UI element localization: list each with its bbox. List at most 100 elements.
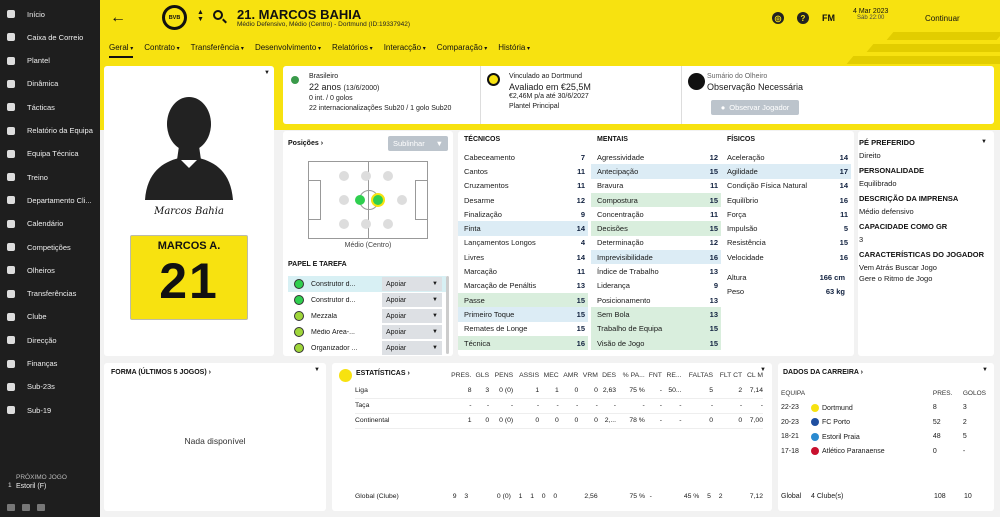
attribute-row[interactable]: Trabalho de Equipa 15 — [591, 321, 721, 336]
sidebar-item[interactable]: Clube — [0, 306, 100, 328]
attribute-row[interactable]: Antecipação 15 — [591, 164, 721, 179]
sidebar-item[interactable]: Transferências — [0, 283, 100, 305]
stats-column-header[interactable]: AMR — [559, 368, 578, 383]
attribute-row[interactable]: Remates de Longe 15 — [458, 322, 588, 336]
role-scrollbar[interactable] — [446, 276, 449, 354]
attribute-row[interactable]: Bravura 11 — [591, 179, 721, 193]
bell-icon[interactable] — [7, 504, 15, 511]
attribute-row[interactable]: Cabeceamento 7 — [458, 150, 588, 164]
tab-item[interactable]: Interacção ▾ — [384, 43, 426, 58]
club-badge-icon[interactable]: BVB — [162, 5, 187, 30]
sidebar-item[interactable]: Dinâmica — [0, 73, 100, 95]
career-row[interactable]: 20-23 FC Porto 52 2 — [781, 415, 986, 430]
continue-button[interactable]: Continuar — [925, 14, 960, 23]
attribute-row[interactable]: Condição Física Natural 14 — [721, 179, 851, 193]
sidebar-item[interactable]: Plantel — [0, 50, 100, 72]
highlight-dropdown[interactable]: Sublinhar ▼ — [388, 136, 448, 151]
attribute-row[interactable]: Impulsão 5 — [721, 221, 851, 235]
attribute-row[interactable]: Determinação 12 — [591, 236, 721, 250]
attribute-row[interactable]: Primeiro Toque 15 — [458, 307, 588, 322]
tab-item[interactable]: Geral ▾ — [109, 43, 134, 58]
tab-item[interactable]: Transferência ▾ — [191, 43, 244, 58]
options-icon[interactable] — [37, 504, 45, 511]
duty-dropdown[interactable]: Apoiar ▼ — [382, 309, 442, 323]
attribute-row[interactable]: Compostura 15 — [591, 192, 721, 208]
stats-column-header[interactable]: % PA... — [616, 368, 645, 383]
help-icon[interactable]: ? — [797, 12, 809, 24]
attribute-row[interactable]: Imprevisibilidade 16 — [591, 250, 721, 265]
sidebar-item[interactable]: Sub-23s — [0, 376, 100, 398]
panel-menu-icon[interactable]: ▼ — [314, 367, 320, 373]
panel-menu-icon[interactable]: ▼ — [982, 367, 988, 373]
attribute-row[interactable]: Livres 14 — [458, 250, 588, 264]
role-row[interactable]: Construtor d... Apoiar ▼ — [288, 292, 446, 308]
panel-menu-icon[interactable]: ▼ — [264, 70, 270, 76]
role-row[interactable]: Organizador ... Apoiar ▼ — [288, 340, 446, 356]
attribute-row[interactable]: Finta 14 — [458, 221, 588, 236]
career-row[interactable]: 17-18 Atlético Paranaense 0 - — [781, 444, 986, 459]
stats-column-header[interactable]: ASSIS — [513, 368, 539, 383]
role-row[interactable]: Mezzala Apoiar ▼ — [288, 308, 446, 324]
tab-item[interactable]: Comparação ▾ — [437, 43, 488, 58]
role-row[interactable]: Construtor d... Apoiar ▼ — [288, 276, 446, 292]
stats-column-header[interactable]: GLS — [471, 368, 490, 383]
attribute-row[interactable]: Técnica 16 — [458, 335, 588, 351]
attribute-row[interactable]: Visão de Jogo 15 — [591, 335, 721, 351]
tab-item[interactable]: Desenvolvimento ▾ — [255, 43, 321, 58]
attribute-row[interactable]: Agilidade 17 — [721, 164, 851, 179]
next-match[interactable]: PRÓXIMO JOGO 1 Estoril (F) — [0, 470, 100, 500]
sidebar-item[interactable]: Direcção — [0, 329, 100, 351]
stats-column-header[interactable]: VRM — [578, 368, 598, 383]
attribute-row[interactable]: Posicionamento 13 — [591, 293, 721, 307]
attribute-row[interactable]: Marcação de Penáltis 13 — [458, 279, 588, 293]
attribute-row[interactable]: Cantos 11 — [458, 164, 588, 178]
sidebar-item[interactable]: Olheiros — [0, 259, 100, 281]
attribute-row[interactable]: Marcação 11 — [458, 264, 588, 278]
stats-column-header[interactable]: MEC — [539, 368, 559, 383]
role-row[interactable]: Médio Área-... Apoiar ▼ — [288, 324, 446, 340]
career-title[interactable]: DADOS DA CARREIRA › — [783, 369, 863, 376]
stats-column-header[interactable]: FALTAS — [682, 368, 713, 383]
tab-item[interactable]: Relatórios ▾ — [332, 43, 373, 58]
sidebar-item[interactable]: Caixa de Correio — [0, 26, 100, 48]
back-arrow-icon[interactable]: ← — [110, 9, 126, 27]
prev-next-player-icon[interactable]: ▲ ▼ — [197, 9, 204, 23]
sidebar-item[interactable]: Tácticas — [0, 96, 100, 118]
attribute-row[interactable]: Sem Bola 13 — [591, 307, 721, 322]
stats-column-header[interactable]: PRES. — [445, 368, 471, 383]
attribute-row[interactable]: Passe 15 — [458, 292, 588, 308]
attribute-row[interactable]: Desarme 12 — [458, 193, 588, 207]
attribute-row[interactable]: Decisões 15 — [591, 221, 721, 236]
sidebar-item[interactable]: Finanças — [0, 353, 100, 375]
attribute-row[interactable]: Equilíbrio 16 — [721, 193, 851, 207]
stats-column-header[interactable]: FNT — [645, 368, 662, 383]
tab-item[interactable]: História ▾ — [498, 43, 530, 58]
stats-column-header[interactable]: DES — [598, 368, 616, 383]
attribute-row[interactable]: Lançamentos Longos 4 — [458, 236, 588, 250]
stats-column-header[interactable]: FLT CT — [713, 368, 742, 383]
fm-logo[interactable]: FM — [822, 13, 835, 23]
sidebar-item[interactable]: Departamento Cli... — [0, 189, 100, 211]
stats-column-header[interactable]: PENS — [489, 368, 514, 383]
sidebar-item[interactable]: Calendário — [0, 213, 100, 235]
attribute-row[interactable]: Índice de Trabalho 13 — [591, 264, 721, 278]
duty-dropdown[interactable]: Apoiar ▼ — [382, 341, 442, 355]
sidebar-item[interactable]: Relatório da Equipa — [0, 120, 100, 142]
sidebar-item[interactable]: Treino — [0, 166, 100, 188]
duty-dropdown[interactable]: Apoiar ▼ — [382, 277, 442, 291]
attribute-row[interactable]: Finalização 9 — [458, 207, 588, 221]
attribute-row[interactable]: Cruzamentos 11 — [458, 179, 588, 193]
attribute-row[interactable]: Força 11 — [721, 207, 851, 221]
tab-item[interactable]: Contrato ▾ — [144, 43, 179, 58]
stats-column-header[interactable]: RE... — [662, 368, 681, 383]
globe-icon[interactable]: ◎ — [772, 12, 784, 24]
sidebar-item[interactable]: Sub-19 — [0, 399, 100, 421]
career-row[interactable]: 18-21 Estoril Praia 48 5 — [781, 430, 986, 445]
attribute-row[interactable]: Resistência 15 — [721, 236, 851, 250]
form-title[interactable]: FORMA (ÚLTIMOS 5 JOGOS) › — [111, 369, 211, 376]
positions-title[interactable]: Posições › — [288, 140, 323, 147]
attribute-row[interactable]: Agressividade 12 — [591, 150, 721, 164]
scout-player-button[interactable]: ● Observar Jogador — [711, 100, 799, 115]
sidebar-item[interactable]: Equipa Técnica — [0, 143, 100, 165]
chat-icon[interactable] — [22, 504, 30, 511]
